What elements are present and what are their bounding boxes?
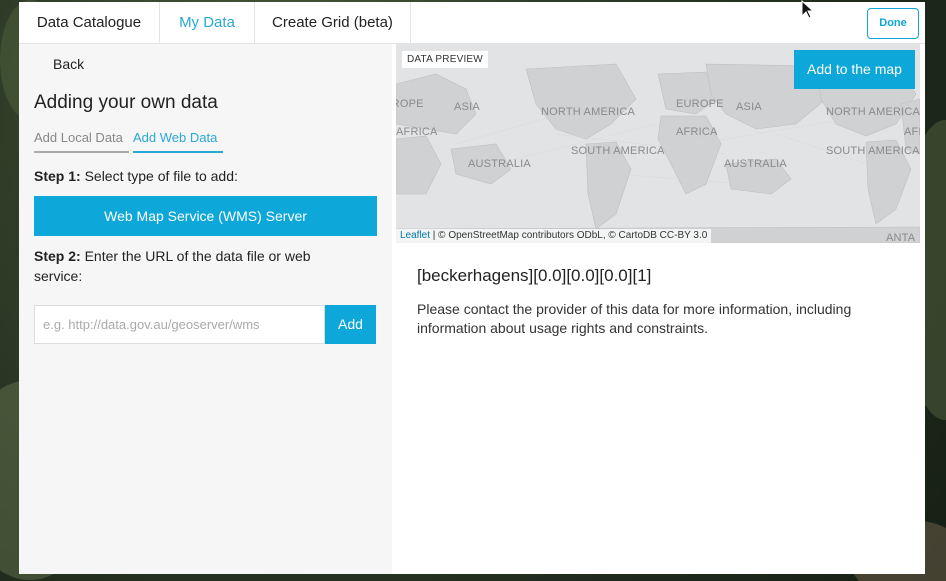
add-data-panel: Back Adding your own data Add Local Data… [19, 44, 392, 574]
file-type-select[interactable]: Web Map Service (WMS) Server [34, 196, 377, 236]
map-attribution: Leaflet | © OpenStreetMap contributors O… [396, 229, 712, 243]
add-data-modal: Data Catalogue My Data Create Grid (beta… [19, 2, 925, 574]
tab-create-grid[interactable]: Create Grid (beta) [255, 2, 411, 44]
tab-add-local-data[interactable]: Add Local Data [34, 130, 129, 153]
map-label: EUROPE [396, 98, 424, 110]
attribution-text: | © OpenStreetMap contributors ODbL, © C… [430, 230, 708, 241]
panel-heading: Adding your own data [34, 92, 218, 113]
tab-add-web-data[interactable]: Add Web Data [133, 130, 223, 153]
done-button[interactable]: Done [867, 8, 919, 39]
map-label: AUSTRALIA [468, 158, 531, 170]
step-1-text: Select type of file to add: [80, 168, 238, 184]
back-button[interactable]: Back [53, 56, 84, 72]
map-label: AFRICA [676, 126, 718, 138]
map-label: AFRICA [904, 126, 920, 138]
tab-bar: Data Catalogue My Data Create Grid (beta… [19, 2, 925, 44]
map-label: SOUTH AMERICA [826, 145, 920, 157]
map-label: ASIA [454, 101, 480, 113]
data-preview-tag: DATA PREVIEW [402, 51, 488, 68]
map-label: EUROPE [676, 98, 724, 110]
step-2-label: Step 2: Enter the URL of the data file o… [34, 246, 354, 286]
map-label: NORTH AMERICA [541, 106, 636, 118]
url-input[interactable] [34, 305, 325, 344]
add-url-button[interactable]: Add [325, 305, 376, 344]
map-label: ANTA [886, 232, 916, 243]
map-label: SOUTH AMERICA [571, 145, 665, 157]
map-label: ASIA [736, 101, 762, 113]
mouse-cursor-icon [801, 0, 815, 19]
step-1-prefix: Step 1: [34, 168, 81, 184]
tab-my-data[interactable]: My Data [160, 2, 255, 44]
dataset-description: Please contact the provider of this data… [417, 301, 852, 336]
map-label: AFRICA [396, 126, 438, 138]
dataset-title: [beckerhagens][0.0][0.0][0.0][1] [417, 266, 652, 285]
data-preview-map[interactable]: EUROPE ASIA NORTH AMERICA EUROPE ASIA NO… [396, 44, 920, 243]
tab-data-catalogue[interactable]: Data Catalogue [19, 2, 160, 44]
map-label: AUSTRALIA [724, 158, 787, 170]
map-label: NORTH AMERICA [826, 106, 920, 118]
step-2-prefix: Step 2: [34, 248, 81, 264]
step-1-label: Step 1: Select type of file to add: [34, 166, 238, 186]
leaflet-link[interactable]: Leaflet [400, 230, 430, 241]
add-to-map-button[interactable]: Add to the map [794, 50, 915, 89]
